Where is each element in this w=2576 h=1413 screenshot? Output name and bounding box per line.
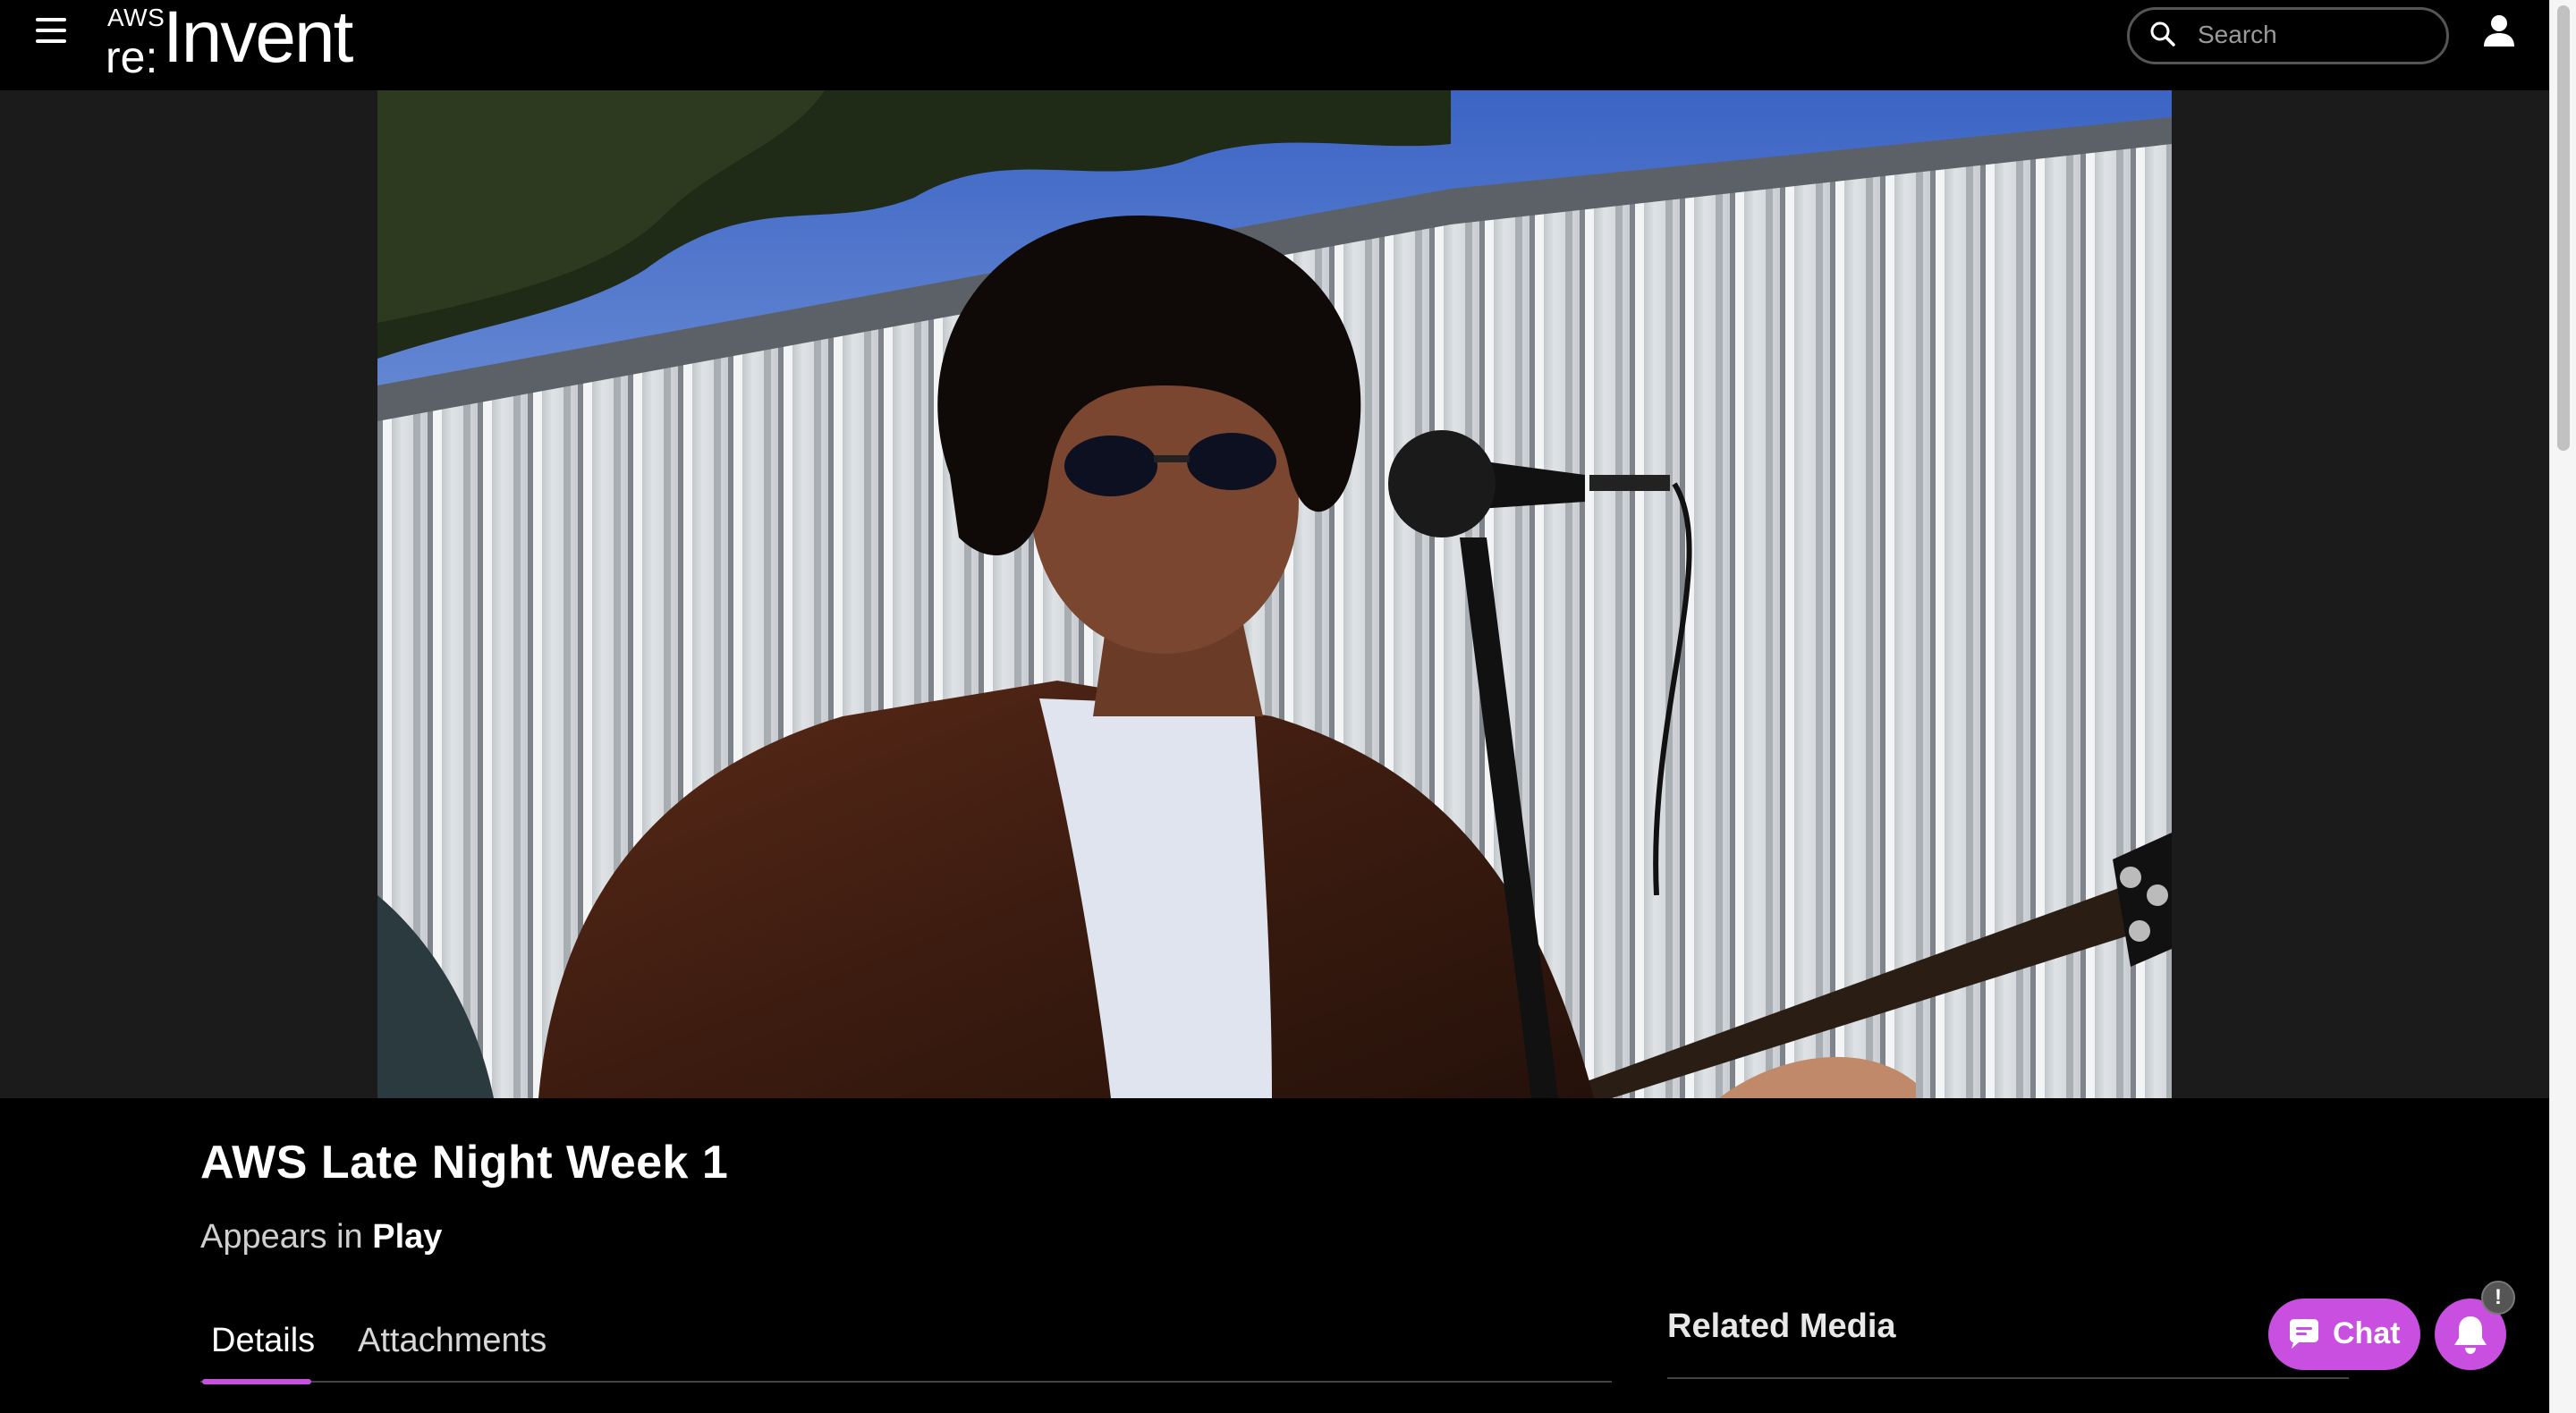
chat-bubble-icon [2290,1319,2318,1349]
logo-re-text: re: [106,32,158,82]
chat-label: Chat [2333,1316,2401,1350]
top-navigation-bar: AWS re: Invent [0,0,2549,90]
search-icon [2150,21,2175,47]
scrollbar-thumb[interactable] [2557,5,2570,451]
session-tabs: Details Attachments [200,1313,1612,1384]
page-scrollbar[interactable] [2549,0,2576,1413]
appears-in-prefix: Appears in [200,1218,363,1256]
session-title: AWS Late Night Week 1 [200,1137,729,1189]
reinvent-logo[interactable]: AWS re: Invent [106,0,365,83]
tab-attachments[interactable]: Attachments [358,1322,547,1360]
video-player-area [0,90,2549,1098]
hamburger-menu-icon[interactable] [36,16,72,45]
related-media-divider [1667,1377,2349,1379]
appears-in-text: Appears in Play [200,1218,442,1256]
active-tab-indicator [202,1379,311,1384]
video-player[interactable] [377,90,2172,1098]
logo-invent-text: Invent [163,0,353,78]
appears-in-track-link[interactable]: Play [372,1218,442,1256]
bell-icon [2454,1316,2487,1354]
search-box[interactable] [2127,7,2449,64]
notification-badge: ! [2481,1281,2515,1315]
video-frame-image [377,90,2172,1098]
user-icon[interactable] [2481,13,2517,52]
related-media-heading: Related Media [1667,1307,1896,1345]
search-input[interactable] [2198,17,2430,53]
chat-button[interactable]: Chat [2268,1299,2420,1370]
tab-details[interactable]: Details [211,1322,315,1360]
